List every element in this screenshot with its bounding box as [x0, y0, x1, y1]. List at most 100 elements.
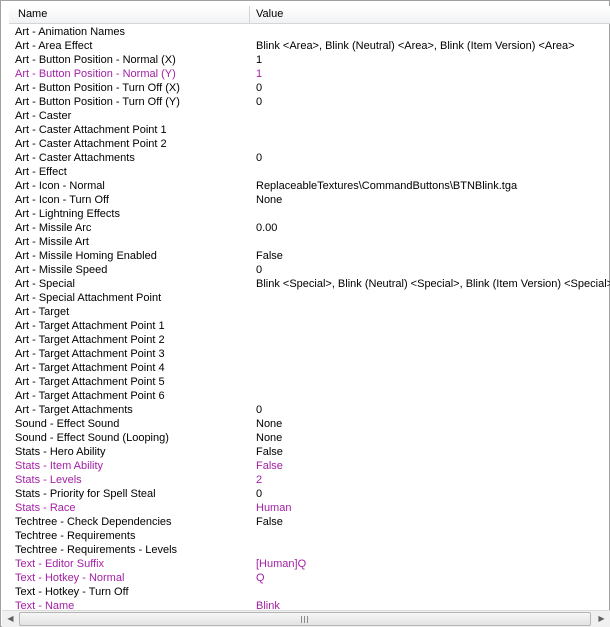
- field-name: Art - Caster: [15, 110, 72, 122]
- field-value: 0: [256, 96, 263, 108]
- scroll-left-arrow-icon[interactable]: ◀: [2, 611, 19, 627]
- table-row[interactable]: Art - Target: [15, 305, 610, 319]
- field-name: Art - Missile Speed: [15, 264, 108, 276]
- table-row[interactable]: Techtree - Requirements - Levels: [15, 543, 610, 557]
- table-row[interactable]: Art - Button Position - Turn Off (X) 0: [15, 81, 610, 95]
- table-row[interactable]: Art - Target Attachment Point 2: [15, 333, 610, 347]
- field-name: Art - Target: [15, 306, 70, 318]
- table-row[interactable]: Art - Missile Art: [15, 235, 610, 249]
- field-name: Stats - Levels: [15, 474, 82, 486]
- table-row[interactable]: Art - Special Blink <Special>, Blink (Neu…: [15, 277, 610, 291]
- table-row[interactable]: Art - Target Attachment Point 4: [15, 361, 610, 375]
- table-row[interactable]: Art - Missile Homing Enabled False: [15, 249, 610, 263]
- table-row[interactable]: Art - Target Attachment Point 5: [15, 375, 610, 389]
- table-row[interactable]: Art - Button Position - Normal (Y) 1: [15, 67, 610, 81]
- field-value: False: [256, 460, 283, 472]
- field-value: Q: [256, 572, 265, 584]
- table-row[interactable]: Art - Icon - Normal ReplaceableTextures\C…: [15, 179, 610, 193]
- field-name: Art - Button Position - Turn Off (Y): [15, 96, 180, 108]
- table-row[interactable]: Art - Missile Arc 0.00: [15, 221, 610, 235]
- column-header-name[interactable]: Name: [9, 6, 250, 23]
- field-value: 1: [256, 68, 263, 80]
- field-name: Techtree - Requirements - Levels: [15, 544, 178, 556]
- field-value: ReplaceableTextures\CommandButtons\BTNBl…: [256, 180, 518, 192]
- object-editor-panel: Name Value Art - Animation Names Art - Ar…: [0, 0, 610, 627]
- field-value: False: [256, 446, 283, 458]
- field-name: Techtree - Check Dependencies: [15, 516, 172, 528]
- table-row[interactable]: Art - Button Position - Normal (X) 1: [15, 53, 610, 67]
- field-name: Art - Effect: [15, 166, 67, 178]
- table-row[interactable]: Art - Target Attachment Point 1: [15, 319, 610, 333]
- list-header: Name Value: [9, 6, 610, 24]
- field-name: Sound - Effect Sound (Looping): [15, 432, 169, 444]
- field-name: Art - Caster Attachment Point 2: [15, 138, 167, 150]
- field-name: Art - Icon - Normal: [15, 180, 105, 192]
- table-row[interactable]: Techtree - Check Dependencies False: [15, 515, 610, 529]
- field-name: Art - Target Attachment Point 3: [15, 348, 165, 360]
- table-row[interactable]: Text - Hotkey - Turn Off: [15, 585, 610, 599]
- table-row[interactable]: Art - Caster: [15, 109, 610, 123]
- table-row[interactable]: Art - Special Attachment Point: [15, 291, 610, 305]
- table-row[interactable]: Art - Area Effect Blink <Area>, Blink (Ne…: [15, 39, 610, 53]
- field-name: Stats - Race: [15, 502, 76, 514]
- table-row[interactable]: Sound - Effect Sound None: [15, 417, 610, 431]
- field-value: Blink <Area>, Blink (Neutral) <Area>, Bl…: [256, 40, 575, 52]
- table-row[interactable]: Art - Caster Attachment Point 1: [15, 123, 610, 137]
- field-value: 0: [256, 404, 263, 416]
- table-row[interactable]: Art - Lightning Effects: [15, 207, 610, 221]
- field-value: 0: [256, 152, 263, 164]
- table-row[interactable]: Art - Button Position - Turn Off (Y) 0: [15, 95, 610, 109]
- scrollbar-thumb[interactable]: [19, 612, 591, 626]
- field-name: Text - Editor Suffix: [15, 558, 105, 570]
- field-value: False: [256, 250, 283, 262]
- table-row[interactable]: Art - Caster Attachments 0: [15, 151, 610, 165]
- table-row[interactable]: Stats - Priority for Spell Steal 0: [15, 487, 610, 501]
- grip-icon: [301, 616, 309, 623]
- field-name: Text - Hotkey - Turn Off: [15, 586, 129, 598]
- table-row[interactable]: Art - Target Attachment Point 3: [15, 347, 610, 361]
- table-row[interactable]: Art - Caster Attachment Point 2: [15, 137, 610, 151]
- table-row[interactable]: Stats - Item Ability False: [15, 459, 610, 473]
- field-name: Art - Area Effect: [15, 40, 93, 52]
- field-name: Stats - Hero Ability: [15, 446, 106, 458]
- field-name: Techtree - Requirements: [15, 530, 136, 542]
- field-name: Art - Icon - Turn Off: [15, 194, 109, 206]
- table-row[interactable]: Stats - Hero Ability False: [15, 445, 610, 459]
- field-value: None: [256, 418, 283, 430]
- field-value: False: [256, 516, 283, 528]
- field-value: 0: [256, 264, 263, 276]
- field-list: Art - Animation Names Art - Area Effect Bl…: [15, 25, 610, 609]
- table-row[interactable]: Art - Missile Speed 0: [15, 263, 610, 277]
- table-row[interactable]: Art - Animation Names: [15, 25, 610, 39]
- table-row[interactable]: Text - Editor Suffix [Human]Q: [15, 557, 610, 571]
- table-row[interactable]: Text - Hotkey - Normal Q: [15, 571, 610, 585]
- field-name: Art - Missile Art: [15, 236, 89, 248]
- table-row[interactable]: Stats - Race Human: [15, 501, 610, 515]
- field-name: Art - Lightning Effects: [15, 208, 120, 220]
- field-name: Art - Target Attachment Point 5: [15, 376, 165, 388]
- column-header-value[interactable]: Value: [250, 6, 283, 23]
- table-row[interactable]: Text - Name Blink: [15, 599, 610, 609]
- field-name: Art - Button Position - Normal (Y): [15, 68, 176, 80]
- field-name: Art - Special Attachment Point: [15, 292, 162, 304]
- field-name: Sound - Effect Sound: [15, 418, 120, 430]
- table-row[interactable]: Sound - Effect Sound (Looping) None: [15, 431, 610, 445]
- table-row[interactable]: Art - Target Attachment Point 6: [15, 389, 610, 403]
- field-name: Art - Caster Attachments: [15, 152, 135, 164]
- field-value: Blink: [256, 600, 280, 609]
- field-name: Art - Target Attachment Point 2: [15, 334, 165, 346]
- field-value: 0: [256, 82, 263, 94]
- table-row[interactable]: Techtree - Requirements: [15, 529, 610, 543]
- table-row[interactable]: Art - Target Attachments 0: [15, 403, 610, 417]
- table-row[interactable]: Stats - Levels 2: [15, 473, 610, 487]
- field-value: Blink <Special>, Blink (Neutral) <Specia…: [256, 278, 610, 290]
- field-name: Stats - Priority for Spell Steal: [15, 488, 156, 500]
- field-name: Art - Missile Homing Enabled: [15, 250, 157, 262]
- horizontal-scrollbar[interactable]: ◀ ▶: [2, 610, 610, 627]
- scroll-right-arrow-icon[interactable]: ▶: [593, 611, 610, 627]
- field-name: Art - Missile Arc: [15, 222, 92, 234]
- field-value: None: [256, 194, 283, 206]
- field-name: Art - Target Attachments: [15, 404, 133, 416]
- table-row[interactable]: Art - Effect: [15, 165, 610, 179]
- table-row[interactable]: Art - Icon - Turn Off None: [15, 193, 610, 207]
